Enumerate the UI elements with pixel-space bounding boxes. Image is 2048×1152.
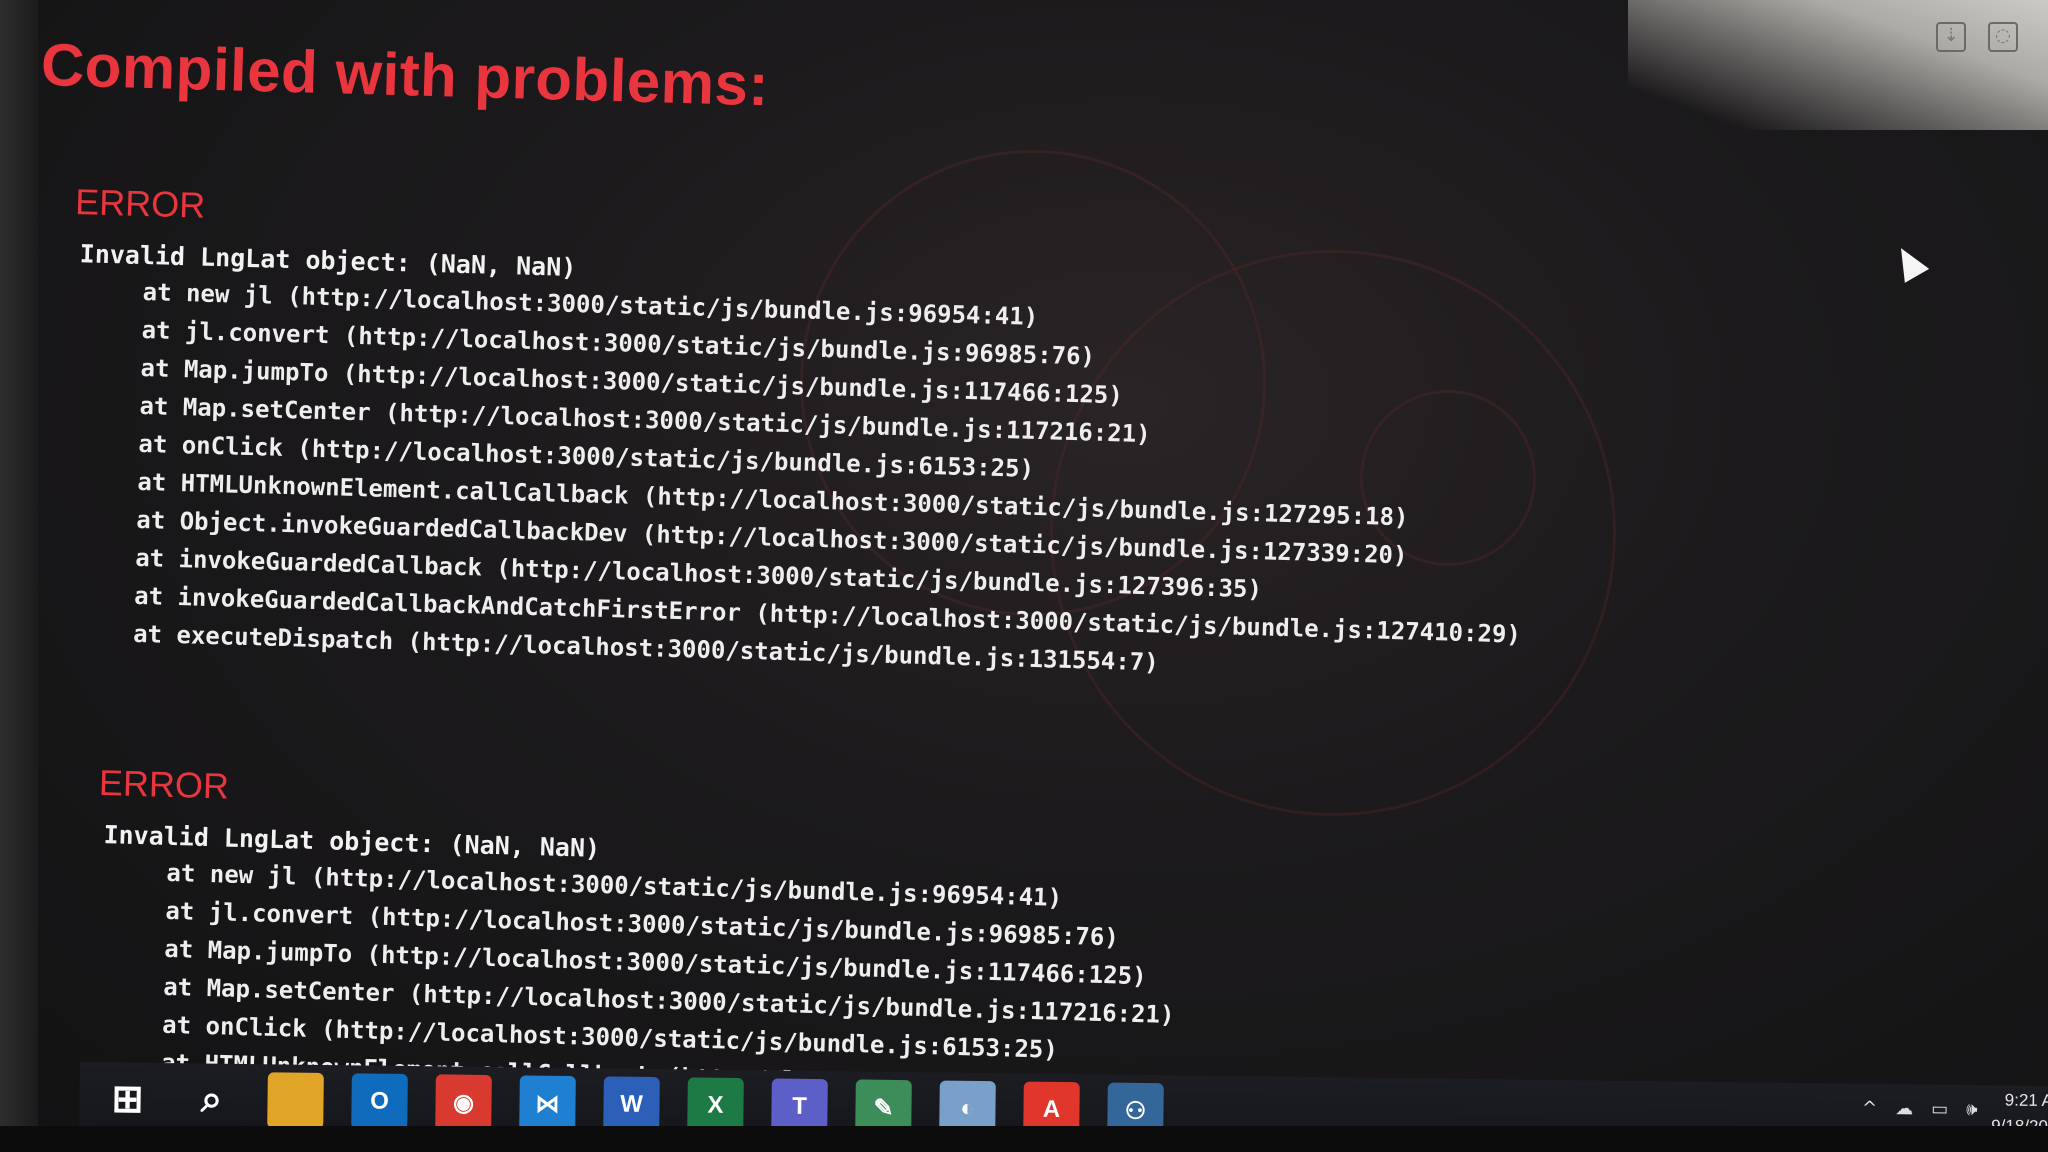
windows-start-icon[interactable]: ⊞ xyxy=(99,1070,156,1127)
word-icon[interactable]: W xyxy=(603,1076,660,1134)
battery-icon[interactable]: ▭ xyxy=(1931,1099,1948,1120)
download-icon[interactable]: ⇣ xyxy=(1936,22,1966,52)
screen-glare xyxy=(1628,0,2048,130)
mouse-cursor-icon xyxy=(1888,241,1930,283)
overlay-title: Compiled with problems: xyxy=(40,31,770,119)
error-block: ERROR Invalid LngLat object: (NaN, NaN) … xyxy=(23,180,1533,695)
clock-time: 9:21 AI xyxy=(2004,1090,2048,1111)
error-overlay: Compiled with problems: ERROR Invalid Ln… xyxy=(11,30,1639,1114)
onedrive-icon[interactable]: ☁ xyxy=(1895,1098,1913,1119)
profile-icon[interactable]: ◌ xyxy=(1988,22,2018,52)
monitor-bezel-bottom xyxy=(0,1126,2048,1152)
photographed-screen: ⇣ ◌ Compiled with problems: ERROR Invali… xyxy=(0,0,2048,1152)
vscode-icon[interactable]: ⋈ xyxy=(519,1075,576,1133)
outlook-icon[interactable]: O xyxy=(351,1073,408,1131)
browser-toolbar-icons: ⇣ ◌ xyxy=(1936,22,2018,52)
file-explorer-icon[interactable] xyxy=(267,1072,324,1129)
search-icon[interactable]: ⌕ xyxy=(183,1071,240,1128)
volume-icon[interactable]: 🕪 xyxy=(1966,1099,1978,1120)
system-tray: ^ ☁ ▭ 🕪 xyxy=(1862,1098,1978,1120)
tray-chevron-icon[interactable]: ^ xyxy=(1862,1098,1877,1119)
chrome-icon[interactable]: ◉ xyxy=(435,1074,492,1132)
